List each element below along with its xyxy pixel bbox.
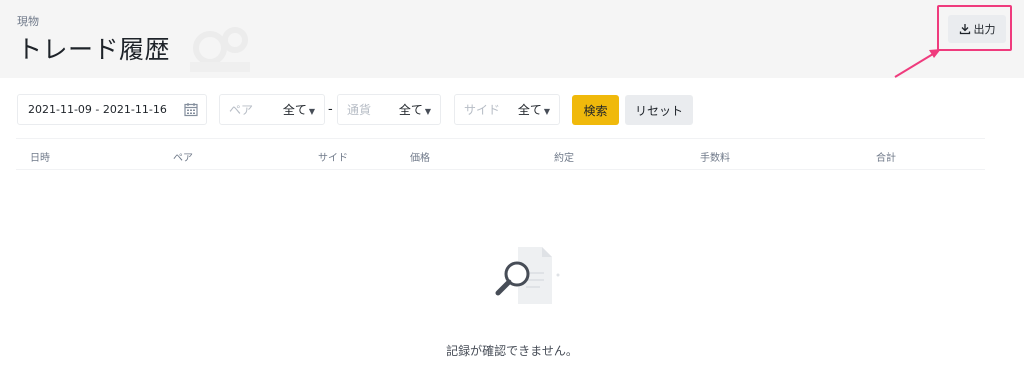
filter-separator: - (328, 102, 333, 117)
column-header-side: サイド (318, 153, 348, 164)
date-range-picker[interactable]: 2021-11-09 - 2021-11-16 (17, 94, 207, 125)
caret-down-icon: ▼ (308, 107, 315, 116)
column-header-pair: ペア (173, 153, 193, 164)
no-records-icon (495, 247, 560, 304)
pair-select-label: ペア (229, 103, 254, 117)
annotation-arrow (894, 49, 941, 78)
pair-select[interactable]: ペア 全て ▼ (219, 94, 325, 125)
currency-select[interactable]: 通貨 全て ▼ (337, 94, 441, 125)
caret-down-icon: ▼ (543, 107, 550, 116)
side-select[interactable]: サイド 全て ▼ (454, 94, 560, 125)
column-header-price: 価格 (410, 153, 430, 164)
search-button[interactable]: 検索 (572, 95, 619, 125)
currency-select-value: 全て (398, 103, 423, 117)
column-header-executed: 約定 (554, 153, 574, 164)
reset-button[interactable]: リセット (625, 95, 693, 125)
caret-down-icon: ▼ (424, 107, 431, 116)
currency-select-label: 通貨 (347, 103, 372, 117)
column-header-datetime: 日時 (30, 153, 50, 164)
empty-state-message: 記録が確認できません。 (446, 344, 578, 358)
date-range-text: 2021-11-09 - 2021-11-16 (28, 103, 167, 116)
calendar-icon (184, 103, 198, 117)
pair-select-value: 全て (282, 103, 307, 117)
side-select-value: 全て (517, 103, 542, 117)
column-header-total: 合計 (876, 153, 896, 164)
column-header-fee: 手数料 (700, 153, 730, 164)
side-select-label: サイド (464, 103, 501, 117)
table-header: 日時 ペア サイド 価格 約定 手数料 合計 (16, 138, 985, 170)
